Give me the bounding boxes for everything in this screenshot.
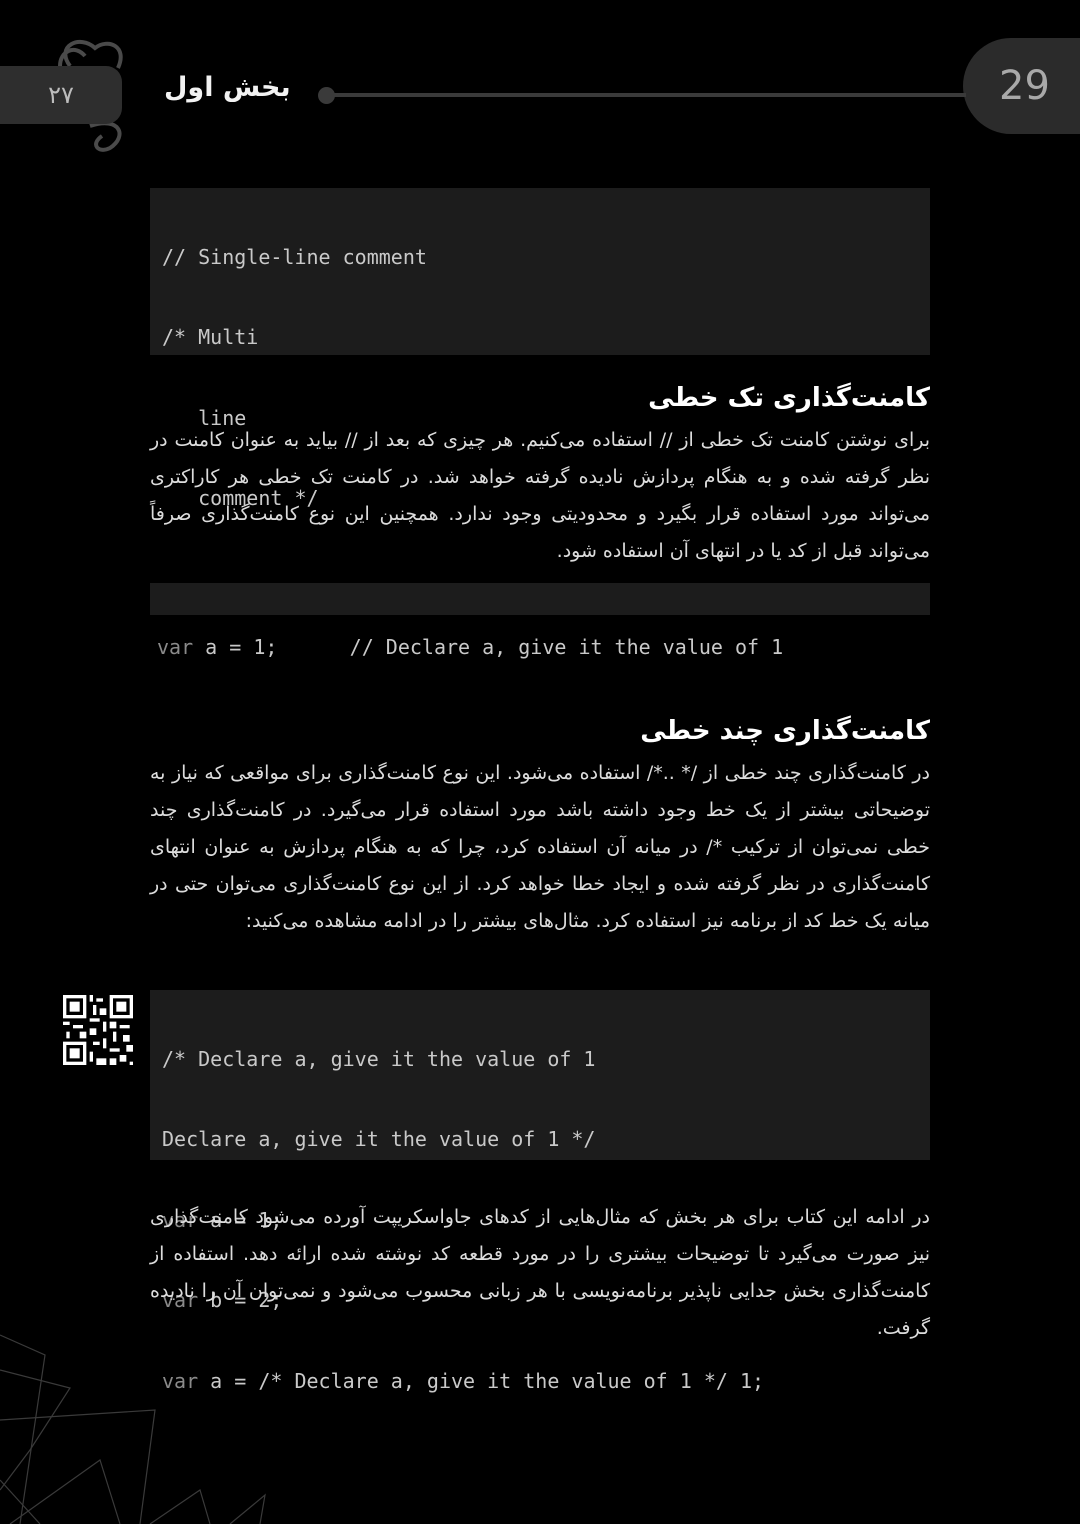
- qr-code-icon: [63, 995, 133, 1065]
- paragraph-closing: در ادامه این کتاب برای هر بخش که مثال‌ها…: [150, 1206, 930, 1339]
- chapter-title: بخش اول: [164, 72, 291, 103]
- code-line: /* Multi: [162, 325, 259, 350]
- decorative-lines-background: [0, 1334, 266, 1524]
- section-heading-single-line: کامنت‌گذاری تک خطی: [648, 383, 930, 413]
- code-block-comment-syntax: // Single-line comment /* Multi line com…: [150, 188, 930, 510]
- code-line: var a = 1; // Declare a, give it the val…: [157, 631, 923, 663]
- code-text: a = 1; // Declare a, give it the value o…: [193, 635, 784, 659]
- paragraph-single-line: برای نوشتن کامنت تک خطی از // استفاده می…: [150, 429, 930, 562]
- paragraph-multi-line: در کامنت‌گذاری چند خطی از /* ..*/ استفاد…: [150, 762, 930, 932]
- code-block-multi-line-example: /* Declare a, give it the value of 1 Dec…: [150, 990, 930, 1393]
- header-divider-dot: [318, 87, 335, 104]
- page-number-persian: ۲۷: [48, 81, 74, 109]
- page-number-latin: 29: [999, 63, 1050, 109]
- code-block-single-line-example: var a = 1; // Declare a, give it the val…: [150, 583, 930, 659]
- header-divider-line: [326, 93, 966, 97]
- code-line: Declare a, give it the value of 1 */: [162, 1127, 596, 1152]
- code-line: // Single-line comment: [162, 245, 427, 269]
- section-heading-multi-line: کامنت‌گذاری چند خطی: [640, 716, 930, 746]
- code-line: /* Declare a, give it the value of 1: [162, 1047, 596, 1071]
- page-number-persian-tab: ۲۷: [0, 66, 122, 124]
- code-keyword: var: [157, 635, 194, 659]
- page-number-tab: 29: [963, 38, 1080, 134]
